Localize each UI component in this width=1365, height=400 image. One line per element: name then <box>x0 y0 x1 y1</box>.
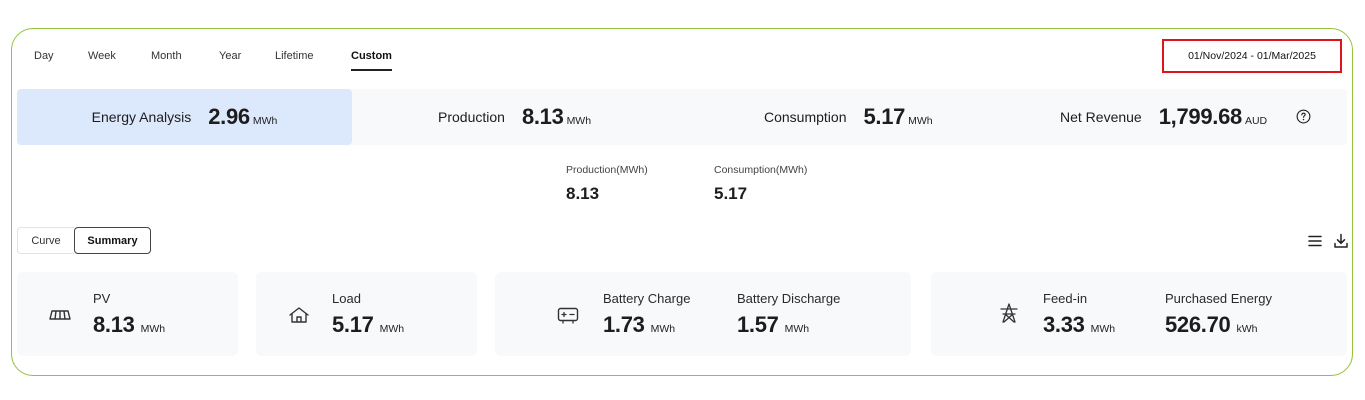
production-unit: MWh <box>566 115 592 127</box>
date-range-picker[interactable]: 01/Nov/2024 - 01/Mar/2025 <box>1162 39 1342 73</box>
battery-discharge-unit: MWh <box>784 323 810 335</box>
summary-button[interactable]: Summary <box>74 227 151 254</box>
view-toggle: Curve Summary <box>17 227 151 254</box>
net-revenue-label: Net Revenue <box>1060 109 1142 125</box>
production-value: 8.13 <box>521 104 564 129</box>
energy-analysis-unit: MWh <box>252 115 278 127</box>
battery-discharge-label: Battery Discharge <box>737 291 841 306</box>
tab-month[interactable]: Month <box>151 50 182 62</box>
tab-lifetime[interactable]: Lifetime <box>275 50 314 62</box>
battery-charge-item: Battery Charge 1.73 MWh <box>603 291 690 338</box>
purchased-energy-label: Purchased Energy <box>1165 291 1272 306</box>
consumption-total: Consumption(MWh) 5.17 <box>714 164 807 204</box>
tab-day[interactable]: Day <box>34 50 54 62</box>
tab-week[interactable]: Week <box>88 50 116 62</box>
summary-bar: Energy Analysis 2.96 MWh Production 8.13… <box>17 89 1347 145</box>
pv-label: PV <box>93 291 111 306</box>
solar-panel-icon <box>49 310 71 320</box>
production-total: Production(MWh) 8.13 <box>566 164 648 204</box>
load-item: Load 5.17 MWh <box>332 291 404 338</box>
feed-in-label: Feed-in <box>1043 291 1088 306</box>
consumption-value: 5.17 <box>863 104 906 129</box>
battery-discharge-item: Battery Discharge 1.57 MWh <box>737 291 840 338</box>
production-metric: Production 8.13 MWh <box>438 89 591 145</box>
pv-item: PV 8.13 MWh <box>93 291 165 338</box>
consumption-total-label: Consumption(MWh) <box>714 164 808 176</box>
net-revenue-metric: Net Revenue 1,799.68 AUD <box>1060 89 1267 145</box>
help-circle-icon[interactable] <box>1296 109 1311 124</box>
production-label: Production <box>438 109 505 125</box>
energy-analysis-value: 2.96 <box>208 104 250 129</box>
feed-in-value: 3.33 <box>1043 312 1085 337</box>
curve-button[interactable]: Curve <box>17 227 74 254</box>
feed-in-unit: MWh <box>1090 323 1116 335</box>
load-value: 5.17 <box>332 312 374 337</box>
battery-charge-value: 1.73 <box>603 312 645 337</box>
consumption-unit: MWh <box>908 115 933 127</box>
tab-custom[interactable]: Custom <box>351 50 392 71</box>
load-card: Load 5.17 MWh <box>256 272 477 356</box>
production-total-label: Production(MWh) <box>566 164 648 176</box>
feed-in-item: Feed-in 3.33 MWh <box>1043 291 1115 338</box>
load-unit: MWh <box>379 323 405 335</box>
consumption-metric: Consumption 5.17 MWh <box>764 89 933 145</box>
battery-charge-label: Battery Charge <box>603 291 691 306</box>
battery-discharge-value: 1.57 <box>737 312 779 337</box>
battery-charge-unit: MWh <box>650 323 676 335</box>
pv-card: PV 8.13 MWh <box>17 272 238 356</box>
pv-value: 8.13 <box>93 312 135 337</box>
grid-tower-icon <box>1000 303 1018 323</box>
purchased-energy-item: Purchased Energy 526.70 kWh <box>1165 291 1272 338</box>
energy-analysis-label: Energy Analysis <box>91 109 192 125</box>
purchased-energy-value: 526.70 <box>1165 312 1231 337</box>
pv-unit: MWh <box>140 323 166 335</box>
consumption-label: Consumption <box>764 109 847 125</box>
tab-year[interactable]: Year <box>219 50 241 62</box>
battery-card: Battery Charge 1.73 MWh Battery Discharg… <box>495 272 911 356</box>
list-icon[interactable] <box>1307 233 1323 249</box>
energy-analysis-metric[interactable]: Energy Analysis 2.96 MWh <box>17 89 352 145</box>
download-icon[interactable] <box>1333 233 1349 249</box>
production-total-value: 8.13 <box>566 184 600 203</box>
consumption-total-value: 5.17 <box>714 184 748 203</box>
battery-icon <box>557 307 579 324</box>
load-label: Load <box>332 291 361 306</box>
net-revenue-unit: AUD <box>1244 115 1268 127</box>
grid-card: Feed-in 3.33 MWh Purchased Energy 526.70… <box>931 272 1347 356</box>
home-icon <box>289 307 309 323</box>
purchased-energy-unit: kWh <box>1236 323 1258 335</box>
date-range-text: 01/Nov/2024 - 01/Mar/2025 <box>1188 50 1316 62</box>
net-revenue-value: 1,799.68 <box>1158 104 1243 129</box>
